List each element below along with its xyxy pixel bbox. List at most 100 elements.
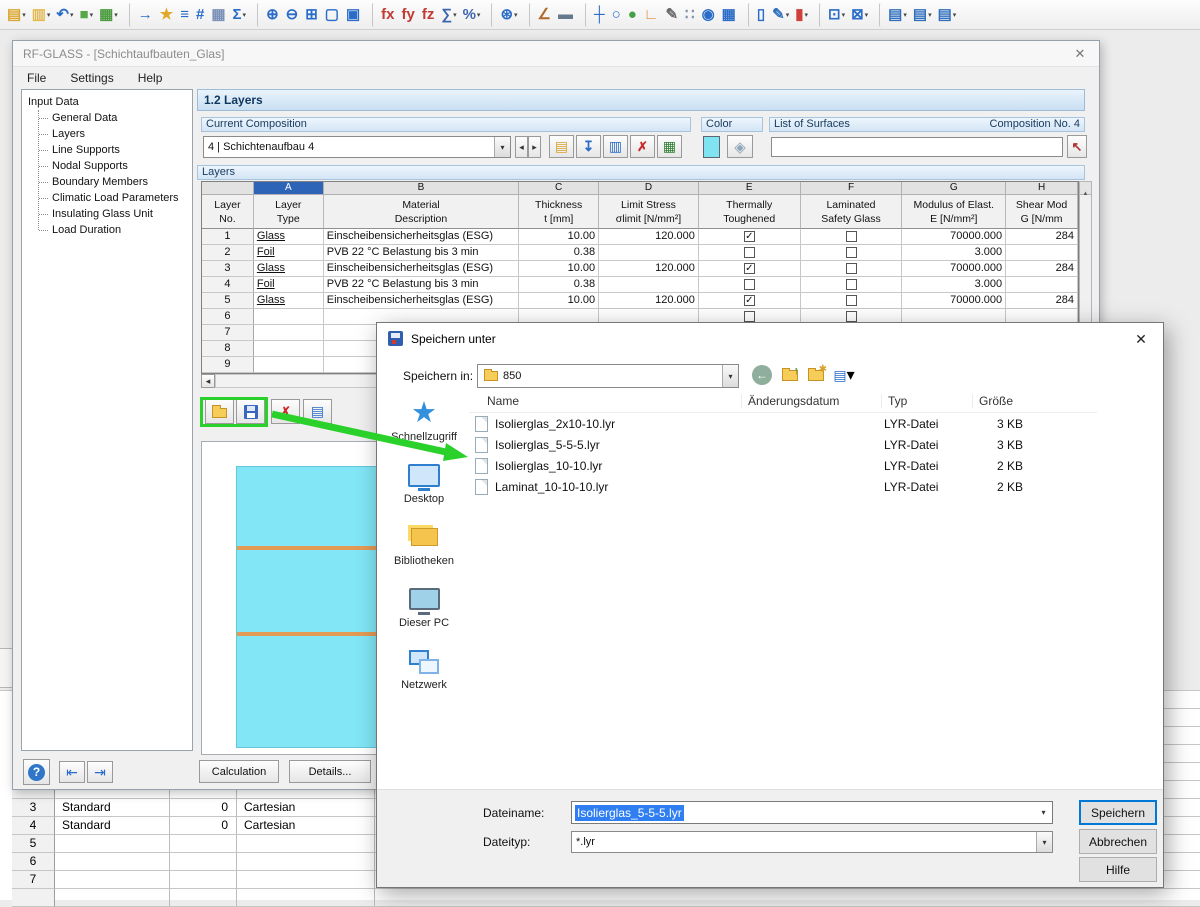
modulus-cell[interactable]: 70000.000	[902, 293, 1006, 309]
filetype-combobox[interactable]: *.lyr	[571, 831, 1053, 853]
thermally-toughened-checkbox[interactable]: ✓	[744, 295, 755, 306]
chevron-down-icon[interactable]	[494, 137, 510, 157]
toolbar-icon[interactable]: ○	[610, 3, 624, 27]
toolbar-icon[interactable]: ⊞	[303, 3, 321, 27]
material-description-cell[interactable]: Einscheibensicherheitsglas (ESG)	[324, 261, 520, 277]
save-composition-button[interactable]	[576, 135, 601, 158]
tree-item[interactable]: Nodal Supports	[36, 158, 192, 174]
toolbar-icon[interactable]: ▦ ▾	[97, 3, 120, 27]
thickness-cell[interactable]: 0.38	[519, 245, 599, 261]
tree-item[interactable]: Layers	[36, 126, 192, 142]
place-item[interactable]: Schnellzugriff	[383, 397, 465, 443]
toolbar-icon[interactable]: ▥ ▾	[30, 3, 53, 27]
toolbar-icon[interactable]: ▬	[556, 3, 576, 27]
close-icon[interactable]	[1069, 45, 1091, 63]
close-icon[interactable]	[1129, 329, 1153, 349]
laminated-safety-checkbox[interactable]	[846, 295, 857, 306]
toolbar-icon[interactable]: ▯	[748, 3, 768, 27]
chevron-down-icon[interactable]	[1035, 802, 1052, 823]
toolbar-icon[interactable]: fy	[400, 3, 418, 27]
toolbar-icon[interactable]: fx	[372, 3, 397, 27]
library-button[interactable]	[303, 399, 332, 424]
tree-item[interactable]: General Data	[36, 110, 192, 126]
thermally-toughened-checkbox[interactable]: ✓	[744, 263, 755, 274]
place-item[interactable]: Dieser PC	[383, 583, 465, 629]
column-letter-f[interactable]: F	[801, 182, 903, 195]
material-description-cell[interactable]: Einscheibensicherheitsglas (ESG)	[324, 293, 520, 309]
limit-stress-cell[interactable]: 120.000	[599, 293, 699, 309]
limit-stress-cell[interactable]	[599, 277, 699, 293]
delete-library-entry-button[interactable]	[271, 399, 300, 424]
file-name[interactable]: Isolierglas_2x10-10.lyr	[495, 417, 744, 431]
toolbar-icon[interactable]: ∷	[683, 3, 698, 27]
toolbar-icon[interactable]: ▮ ▾	[793, 3, 810, 27]
column-name[interactable]: Name	[487, 394, 747, 408]
toolbar-icon[interactable]: →	[129, 3, 156, 27]
shear-modulus-cell[interactable]	[1006, 277, 1078, 293]
toolbar-icon[interactable]: ⊕	[257, 3, 282, 27]
thermally-toughened-checkbox[interactable]	[744, 247, 755, 258]
tree-item[interactable]: Insulating Glass Unit	[36, 206, 192, 222]
column-date-modified[interactable]: Änderungsdatum	[741, 394, 881, 408]
tree-root-input-data[interactable]: Input Data	[28, 94, 192, 110]
details-button[interactable]: Details...	[289, 760, 371, 783]
help-button[interactable]: Hilfe	[1079, 857, 1157, 882]
toolbar-icon[interactable]: ≡	[178, 3, 192, 27]
modulus-cell[interactable]: 70000.000	[902, 261, 1006, 277]
file-name[interactable]: Isolierglas_5-5-5.lyr	[495, 438, 744, 452]
toolbar-icon[interactable]: ◉	[700, 3, 718, 27]
laminated-safety-checkbox[interactable]	[846, 311, 857, 322]
column-type[interactable]: Typ	[881, 394, 972, 408]
toolbar-icon[interactable]: ✎ ▾	[770, 3, 791, 27]
column-letter-d[interactable]: D	[599, 182, 699, 195]
toolbar-icon[interactable]: Σ ▾	[231, 3, 249, 27]
file-name[interactable]: Isolierglas_10-10.lyr	[495, 459, 744, 473]
toolbar-icon[interactable]: ▦	[720, 3, 739, 27]
toolbar-icon[interactable]: ⊠ ▾	[849, 3, 870, 27]
material-description-cell[interactable]: Einscheibensicherheitsglas (ESG)	[324, 229, 520, 245]
place-item[interactable]: Bibliotheken	[383, 521, 465, 567]
modulus-cell[interactable]: 3.000	[902, 277, 1006, 293]
laminated-safety-checkbox[interactable]	[846, 247, 857, 258]
shear-modulus-cell[interactable]: 284	[1006, 261, 1078, 277]
back-button[interactable]	[751, 364, 773, 386]
file-row[interactable]: Isolierglas_10-10.lyr LYR-Datei 2 KB	[469, 455, 1097, 476]
place-item[interactable]: Netzwerk	[383, 645, 465, 691]
layer-type-cell[interactable]: Glass	[254, 293, 324, 309]
column-letter-h[interactable]: H	[1006, 182, 1078, 195]
file-name[interactable]: Laminat_10-10-10.lyr	[495, 480, 744, 494]
copy-composition-button[interactable]	[603, 135, 628, 158]
menu-file[interactable]: File	[27, 71, 46, 85]
calculation-button[interactable]: Calculation	[199, 760, 279, 783]
toolbar-icon[interactable]: ▤ ▾	[936, 3, 959, 27]
layer-type-cell[interactable]	[254, 357, 324, 373]
toolbar-icon[interactable]: #	[194, 3, 207, 27]
chevron-down-icon[interactable]	[722, 365, 738, 387]
thermally-toughened-checkbox[interactable]	[744, 311, 755, 322]
new-folder-button[interactable]	[805, 364, 827, 386]
thickness-cell[interactable]: 10.00	[519, 293, 599, 309]
save-button[interactable]: Speichern	[1079, 800, 1157, 825]
thickness-cell[interactable]: 10.00	[519, 261, 599, 277]
column-letter-a[interactable]: A	[254, 182, 324, 195]
toolbar-icon[interactable]: ●	[626, 3, 640, 27]
up-one-level-button[interactable]	[779, 364, 801, 386]
table-scroll-left-button[interactable]	[201, 374, 215, 388]
laminated-safety-checkbox[interactable]	[846, 279, 857, 290]
toolbar-icon[interactable]: ▦	[209, 3, 228, 27]
toolbar-icon[interactable]: ✎	[663, 3, 681, 27]
toolbar-icon[interactable]: fz	[420, 3, 438, 27]
column-size[interactable]: Größe	[972, 394, 1032, 408]
layer-type-cell[interactable]	[254, 309, 324, 325]
layer-type-cell[interactable]: Foil	[254, 277, 324, 293]
layer-type-cell[interactable]: Foil	[254, 245, 324, 261]
shear-modulus-cell[interactable]	[1006, 245, 1078, 261]
tree-item[interactable]: Load Duration	[36, 222, 192, 238]
view-menu-button[interactable]: ▾	[831, 364, 857, 386]
layer-type-cell[interactable]	[254, 341, 324, 357]
toolbar-icon[interactable]: ⊛ ▾	[491, 3, 519, 27]
thermally-toughened-checkbox[interactable]	[744, 279, 755, 290]
filename-input[interactable]: Isolierglas_5-5-5.lyr	[571, 801, 1053, 824]
next-composition-button[interactable]	[528, 136, 541, 158]
toolbar-icon[interactable]: ⊡ ▾	[819, 3, 847, 27]
